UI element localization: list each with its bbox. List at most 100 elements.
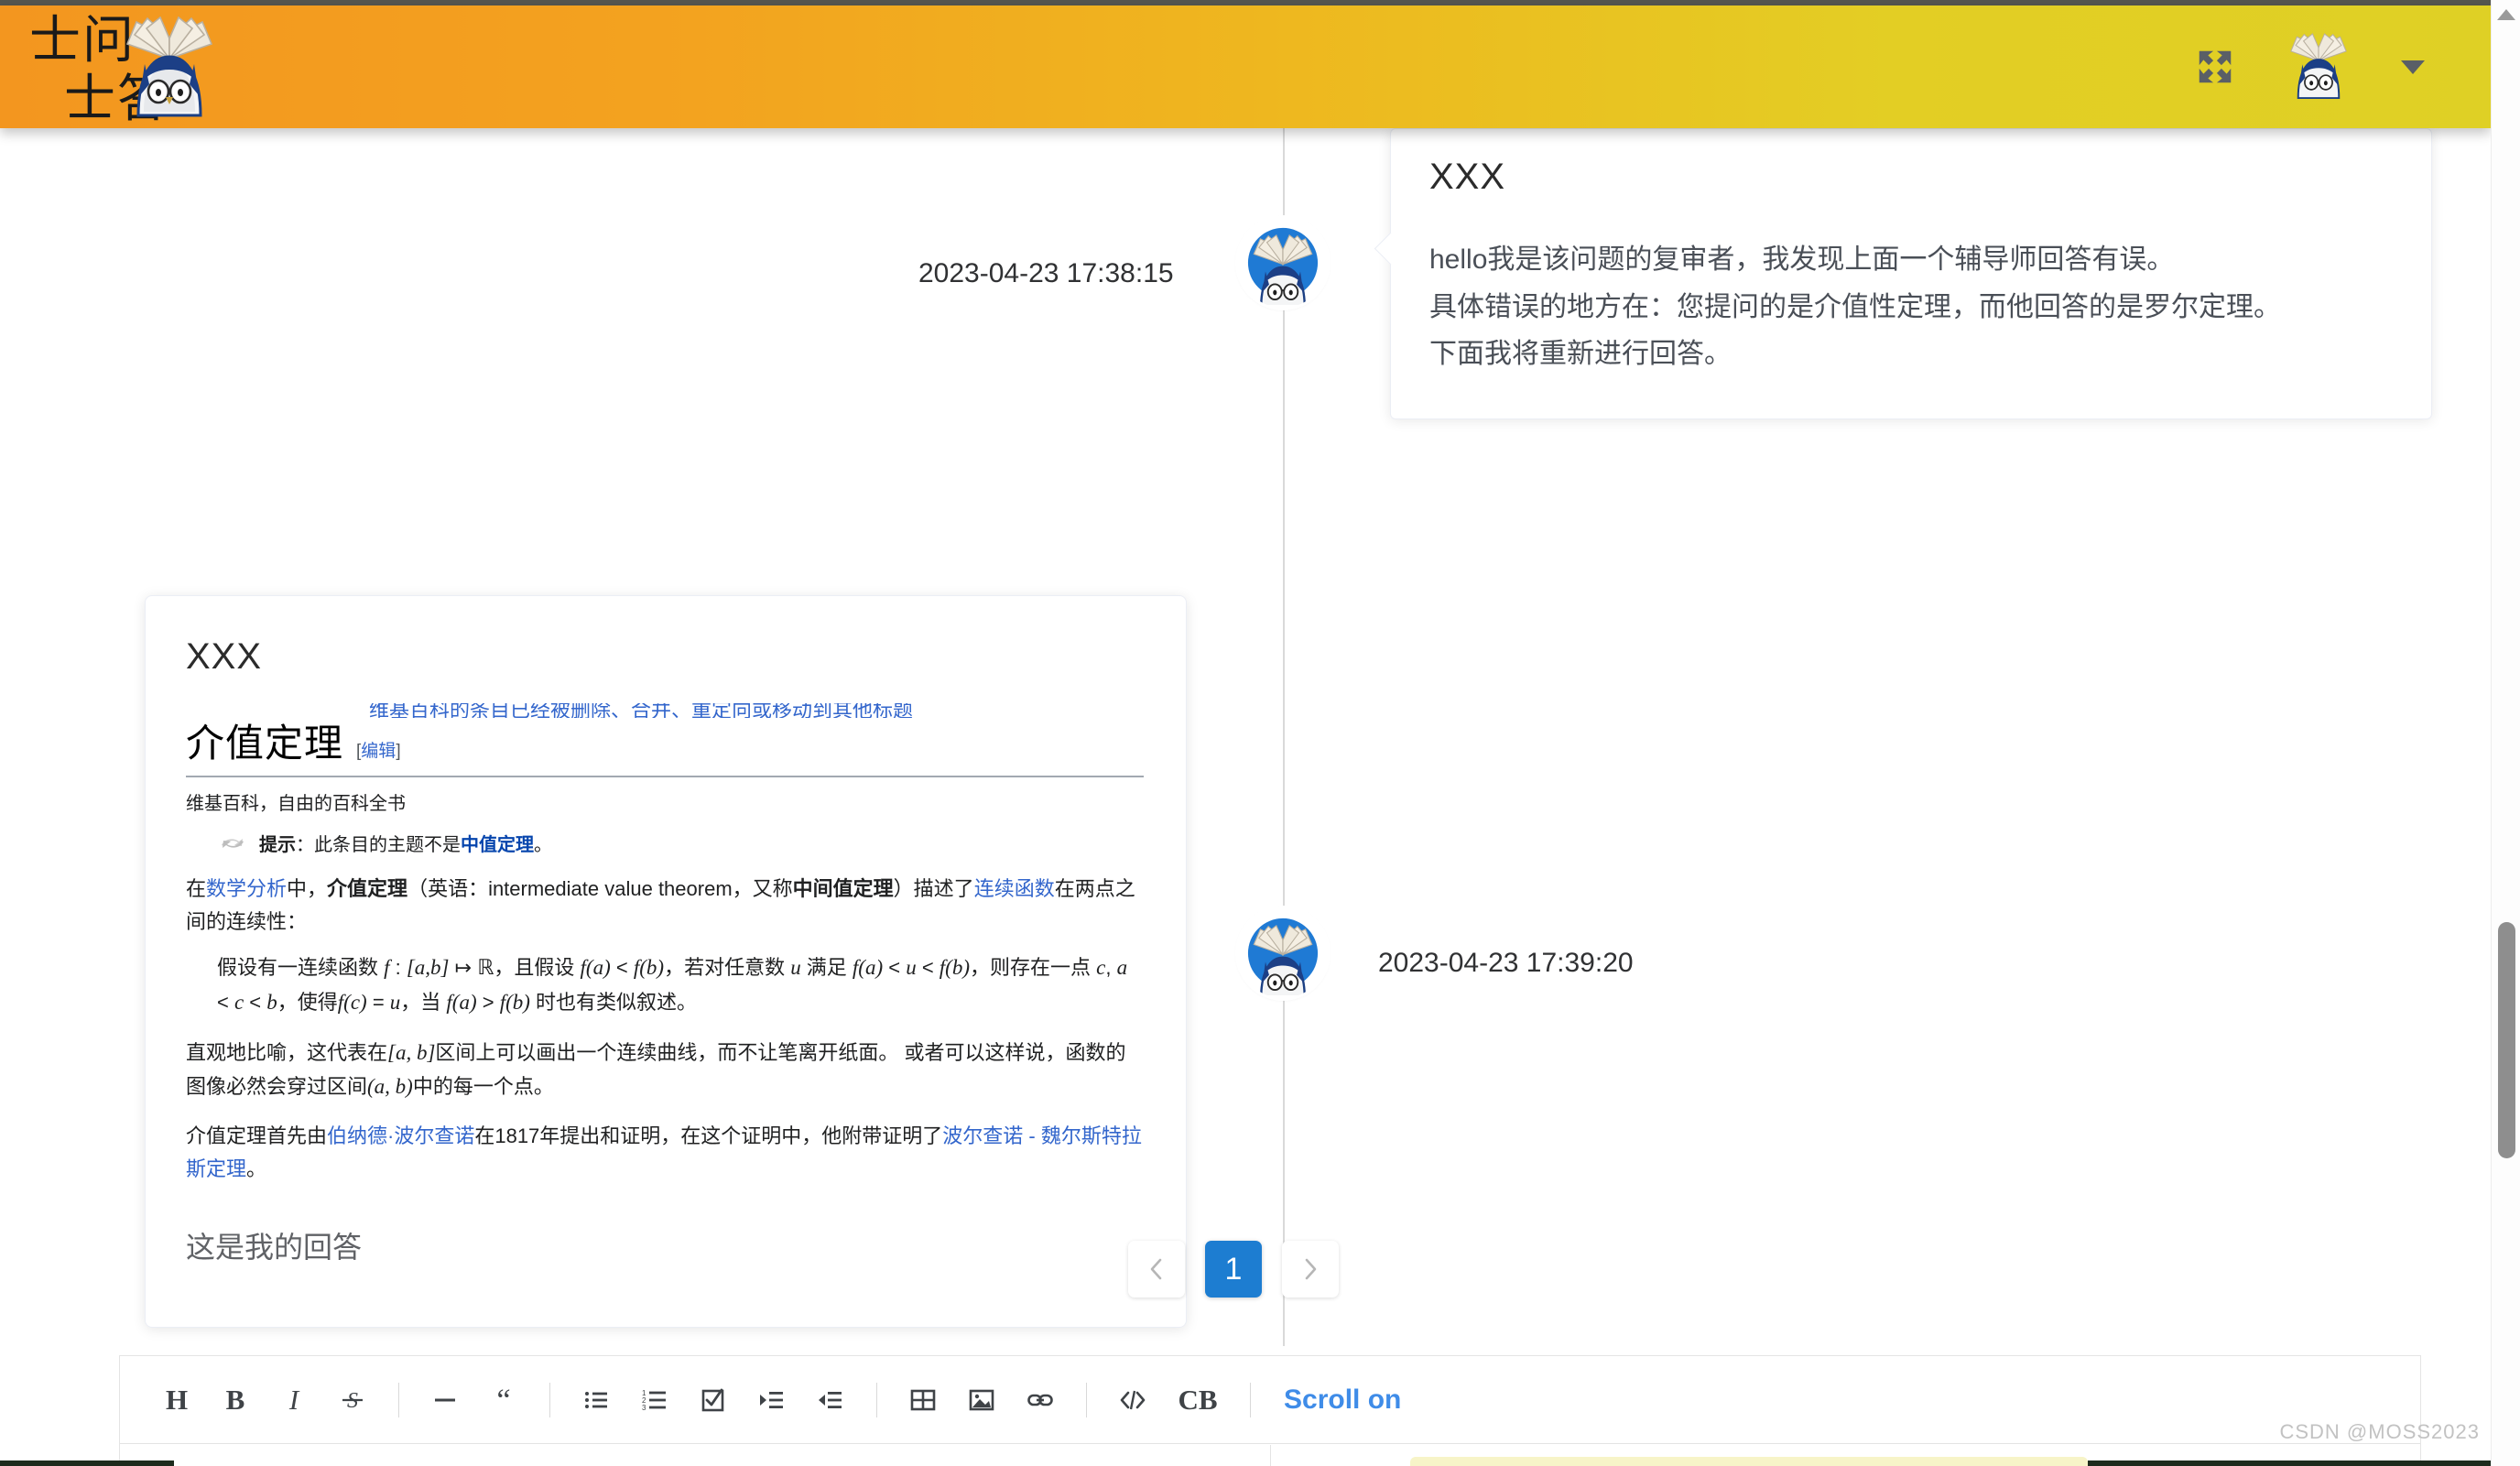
checklist-glyph (701, 1388, 724, 1411)
editor-preview-divider (1270, 1445, 1271, 1466)
pagination-page-1-button[interactable]: 1 (1205, 1241, 1262, 1298)
link-glyph (1027, 1394, 1053, 1406)
wiki-hint-text: 此条目的主题不是 (314, 835, 461, 855)
heading-icon[interactable]: H (147, 1371, 206, 1429)
table-icon[interactable] (894, 1371, 952, 1429)
wiki-disambiguation-hint: 提示：此条目的主题不是中值定理。 (219, 830, 1144, 856)
image-glyph (969, 1389, 994, 1410)
indent-icon[interactable] (743, 1371, 801, 1429)
wiki-hint-suffix: 。 (534, 835, 552, 855)
wiki-link-bolzano[interactable]: 伯纳德·波尔查诺 (327, 1124, 474, 1147)
wiki-theorem-statement: 假设有一连续函数 f : [a,b] ↦ ℝ，且假设 f(a) < f(b)，若… (217, 950, 1144, 1019)
bottom-edge-left (0, 1461, 174, 1466)
message-timestamp: 2023-04-23 17:39:20 (1378, 948, 1634, 978)
wikipedia-screenshot-embed: 维基百科的条目已经被删除、合并、重定向或移动到其他标题 介值定理 [编辑] 维基… (186, 703, 1144, 1186)
user-avatar-owl-icon[interactable] (2284, 32, 2353, 102)
outdent-glyph (819, 1391, 842, 1408)
code-glyph (1120, 1390, 1146, 1409)
pagination: 1 (1128, 1241, 1339, 1298)
toolbar-separator (876, 1382, 877, 1417)
markdown-editor: H B I S “ (119, 1355, 2421, 1466)
numbered-list-icon[interactable]: 1 2 3 (625, 1371, 684, 1429)
link-icon[interactable] (1011, 1371, 1070, 1429)
p1-bold2: 中间值定理 (792, 877, 894, 900)
header-actions (2194, 5, 2425, 128)
wiki-hint-colon: ： (296, 835, 314, 855)
numbered-list-glyph: 1 2 3 (642, 1389, 666, 1412)
scroll-sync-toggle[interactable]: Scroll on (1284, 1385, 1401, 1416)
message-author-name: XXX (186, 636, 263, 677)
bullet-list-glyph (585, 1391, 607, 1408)
wiki-hint-prefix: 提示 (259, 835, 296, 855)
italic-icon[interactable]: I (265, 1371, 323, 1429)
table-glyph (910, 1389, 936, 1410)
chevron-left-icon (1150, 1258, 1162, 1280)
svg-text:“: “ (496, 1386, 510, 1414)
fullscreen-expand-icon[interactable] (2194, 46, 2236, 88)
chevron-right-icon (1305, 1258, 1317, 1280)
wiki-edit-link-wrap: [编辑] (356, 737, 401, 762)
chevron-down-icon[interactable] (2401, 60, 2425, 74)
message-avatar[interactable] (1238, 908, 1328, 998)
image-icon[interactable] (952, 1371, 1011, 1429)
wiki-link-math-analysis[interactable]: 数学分析 (206, 877, 287, 900)
wiki-link-continuous-function[interactable]: 连续函数 (974, 877, 1055, 900)
p2-text-rendered: 直观地比喻，这代表在[a, b]区间上可以画出一个连续曲线，而不让笔离开纸面。 … (186, 1040, 1126, 1098)
code-block-icon[interactable]: CB (1162, 1371, 1233, 1429)
site-logo[interactable]: 士问 士答 (20, 7, 322, 128)
wiki-paragraph-2: 直观地比喻，这代表在[a, b]区间上可以画出一个连续曲线，而不让笔离开纸面。 … (186, 1036, 1144, 1104)
hr-glyph (435, 1398, 455, 1401)
page-scrollbar[interactable] (2491, 0, 2520, 1466)
code-icon[interactable] (1103, 1371, 1162, 1429)
p3-b: 在1817年提出和证明，在这个证明中，他附带证明了 (474, 1124, 943, 1148)
app-header: 士问 士答 (0, 5, 2491, 128)
bottom-highlight-strip (1410, 1457, 2088, 1466)
app-root: 士问 士答 2023-04-23 17:38:15 XXX hello我是该问题… (0, 0, 2520, 1466)
p3-a: 介值定理首先由 (186, 1124, 328, 1148)
wiki-edit-link[interactable]: 编辑 (361, 742, 396, 761)
scroll-up-arrow-icon[interactable] (2497, 9, 2515, 20)
strikethrough-icon[interactable]: S (323, 1371, 382, 1429)
p1-b: 中， (287, 877, 328, 900)
watermark: CSDN @MOSS2023 (2279, 1420, 2480, 1443)
wiki-subtitle: 维基百科，自由的百科全书 (186, 794, 406, 814)
mascot-owl-with-book-icon (125, 16, 213, 117)
wiki-paragraph-3: 介值定理首先由伯纳德·波尔查诺在1817年提出和证明，在这个证明中，他附带证明了… (186, 1120, 1144, 1185)
conversation-message-2: 2023-04-23 17:39:20 XXX 维基百科的条目已经被删除、合并、… (0, 128, 2454, 1337)
bracket-close: ] (396, 742, 401, 761)
toolbar-separator (1250, 1382, 1251, 1417)
wiki-clipped-top-line: 维基百科的条目已经被删除、合并、重定向或移动到其他标题 (369, 703, 914, 718)
toolbar-separator (398, 1382, 399, 1417)
bottom-edge-right (2088, 1461, 2520, 1466)
pagination-next-button[interactable] (1282, 1241, 1339, 1298)
page-body: 2023-04-23 17:38:15 XXX hello我是该问题的复审者，我… (0, 128, 2491, 1466)
wiki-paragraph-1: 在数学分析中，介值定理（英语：intermediate value theore… (186, 873, 1144, 938)
bold-icon[interactable]: B (206, 1371, 265, 1429)
toolbar-separator (1086, 1382, 1087, 1417)
quote-glyph: “ (496, 1386, 510, 1414)
theorem-text-rendered: 假设有一连续函数 f : [a,b] ↦ ℝ，且假设 f(a) < f(b)，若… (217, 956, 1128, 1014)
p1-c: （英语：intermediate value theorem，又称 (407, 877, 793, 900)
blockquote-icon[interactable]: “ (474, 1371, 533, 1429)
wiki-hint-link[interactable]: 中值定理 (461, 835, 534, 855)
wiki-title-row: 介值定理 [编辑] (186, 712, 1144, 777)
answer-card: XXX 维基百科的条目已经被删除、合并、重定向或移动到其他标题 介值定理 [编辑… (145, 595, 1187, 1328)
p3-c: 。 (246, 1157, 267, 1180)
answer-body-text: 这是我的回答 (186, 1231, 363, 1264)
strikethrough-glyph: S (342, 1389, 363, 1413)
checklist-icon[interactable] (684, 1371, 743, 1429)
toolbar-separator (549, 1382, 550, 1417)
horizontal-rule-icon[interactable] (416, 1371, 474, 1429)
svg-text:3: 3 (642, 1404, 646, 1412)
bullet-list-icon[interactable] (567, 1371, 625, 1429)
wiki-article-title: 介值定理 (186, 723, 344, 766)
disambiguation-icon (222, 838, 244, 848)
pagination-prev-button[interactable] (1128, 1241, 1185, 1298)
user-avatar-owl-icon (1241, 911, 1325, 995)
p1-d: ）描述了 (893, 877, 974, 900)
p1-bold1: 介值定理 (327, 877, 408, 900)
outdent-icon[interactable] (801, 1371, 860, 1429)
indent-glyph (760, 1391, 783, 1408)
scrollbar-thumb[interactable] (2498, 922, 2515, 1158)
editor-toolbar: H B I S “ (120, 1356, 2420, 1444)
